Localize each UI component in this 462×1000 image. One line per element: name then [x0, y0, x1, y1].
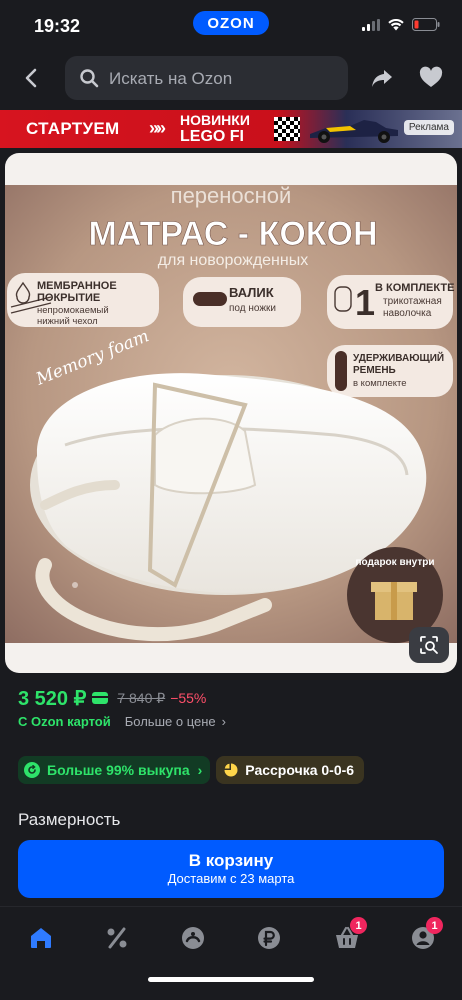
ozon-logo: OZON	[193, 11, 269, 35]
race-car-image	[310, 120, 398, 143]
image-search-button[interactable]	[409, 627, 449, 663]
fresh-icon[interactable]	[180, 925, 206, 951]
header: Искать на Ozon	[0, 52, 462, 110]
product-image-card[interactable]: переносной МАТРАС - КОКОН для новорожден…	[5, 153, 457, 673]
chevron-right-icon: ›	[221, 713, 226, 729]
feature1-desc-line1: непромокаемый	[37, 305, 109, 316]
feature3-title: В КОМПЛЕКТЕ	[375, 282, 454, 294]
wifi-icon	[388, 18, 404, 30]
feature3-desc-line1: трикотажная	[383, 296, 442, 307]
product-photo: переносной МАТРАС - КОКОН для новорожден…	[5, 185, 457, 643]
badges-row: Больше 99% выкупа › Рассрочка 0-0-6	[18, 756, 365, 784]
home-icon[interactable]	[28, 925, 54, 951]
ozon-card-label: С Ozon картой	[18, 713, 111, 729]
signal-icon	[362, 18, 380, 31]
image-title-sub: для новорожденных	[158, 252, 308, 269]
installment-pie-icon	[224, 763, 238, 777]
heart-icon[interactable]	[419, 66, 443, 90]
feature3-number: 1	[355, 282, 375, 323]
feature1-desc-line2: нижний чехол	[37, 316, 98, 327]
price-current: 3 520 ₽	[18, 687, 87, 710]
banner-arrows: »»	[149, 118, 166, 138]
buyout-badge[interactable]: Больше 99% выкупа ›	[18, 756, 211, 784]
banner-lego-text: LEGO FI	[180, 128, 244, 145]
checkered-flag-icon	[274, 117, 300, 141]
price-old: 7 840 ₽	[117, 689, 166, 706]
feature4-title-line2: РЕМЕНЬ	[353, 365, 396, 376]
share-icon[interactable]	[370, 66, 394, 90]
price-row: 3 520 ₽ 7 840 ₽ −55%	[18, 686, 206, 710]
feature2-title: ВАЛИК	[229, 285, 274, 300]
feature1-title-line1: МЕМБРАННОЕ	[37, 280, 117, 292]
status-time: 19:32	[34, 16, 81, 36]
status-icons	[362, 18, 440, 31]
feature3-desc-line2: наволочка	[383, 308, 432, 319]
strap-icon	[335, 351, 347, 391]
banner-start-text: СТАРТУЕМ	[26, 119, 120, 138]
feature4-desc: в комплекте	[353, 378, 407, 389]
search-input[interactable]: Искать на Ozon	[65, 56, 348, 100]
home-indicator	[148, 977, 314, 982]
feature2-desc: под ножки	[229, 303, 276, 314]
chevron-right-icon: ›	[197, 762, 203, 778]
profile-nav-item[interactable]: 1	[410, 917, 443, 951]
ad-label: Реклама	[403, 120, 454, 135]
discount-percent-icon[interactable]	[104, 925, 130, 951]
gift-label: подарок внутри	[356, 557, 435, 568]
ozon-card-row: С Ozon картой Больше о цене ›	[18, 712, 226, 730]
product-content: переносной МАТРАС - КОКОН для новорожден…	[0, 148, 462, 1000]
bottom-navigation: 1 1	[0, 906, 462, 1000]
feature4-title-line1: УДЕРЖИВАЮЩИЙ	[353, 351, 444, 364]
buyout-text: Больше 99% выкупа	[47, 762, 190, 778]
banner-new-text: НОВИНКИ	[180, 112, 250, 128]
ruble-icon[interactable]	[256, 925, 282, 951]
add-to-cart-button[interactable]: В корзину Доставим с 23 марта	[18, 840, 444, 898]
ozon-card-icon	[92, 692, 109, 704]
status-bar: 19:32 OZON	[0, 0, 462, 52]
search-placeholder: Искать на Ozon	[109, 69, 233, 88]
cart-count-badge: 1	[350, 917, 367, 934]
size-section-title: Размерность	[18, 810, 121, 829]
installment-badge[interactable]: Рассрочка 0-0-6	[216, 756, 365, 784]
refresh-icon	[24, 762, 40, 778]
bolster-icon	[193, 292, 227, 306]
image-title-small: переносной	[171, 185, 292, 208]
delivery-date-label: Доставим с 23 марта	[167, 871, 295, 886]
cart-nav-item[interactable]: 1	[334, 917, 367, 951]
feature1-title-line2: ПОКРЫТИЕ	[37, 292, 100, 304]
search-icon	[80, 69, 99, 88]
back-arrow-icon[interactable]	[20, 66, 44, 90]
image-title-big: МАТРАС - КОКОН	[88, 215, 377, 253]
profile-count-badge: 1	[426, 917, 443, 934]
battery-low-icon	[412, 18, 440, 31]
installment-value: 0-0-6	[321, 762, 355, 778]
lens-search-icon	[420, 636, 438, 654]
discount-percent: −55%	[170, 690, 207, 706]
add-to-cart-label: В корзину	[188, 851, 274, 870]
installment-prefix: Рассрочка	[245, 762, 318, 778]
ad-banner[interactable]: СТАРТУЕМ »» НОВИНКИ LEGO FI Реклама	[0, 110, 462, 148]
more-about-price-link[interactable]: Больше о цене	[125, 714, 216, 729]
